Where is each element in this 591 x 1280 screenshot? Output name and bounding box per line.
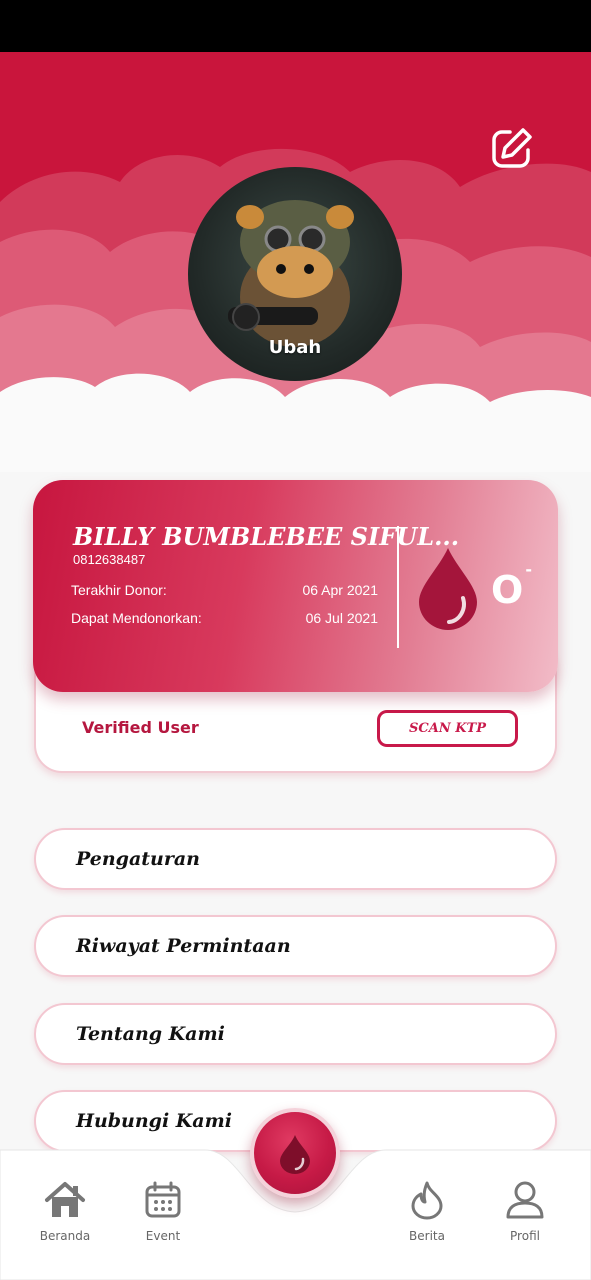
nav-berita[interactable]: Berita — [387, 1180, 467, 1243]
menu-item-label: Riwayat Permintaan — [76, 935, 291, 957]
nav-label: Profil — [510, 1229, 540, 1243]
blood-type: O- — [491, 560, 532, 612]
nav-profil[interactable]: Profil — [485, 1180, 565, 1243]
blood-drop-icon — [419, 548, 477, 630]
donate-fab-button[interactable] — [250, 1108, 340, 1198]
can-donate-value: 06 Jul 2021 — [305, 610, 378, 626]
nav-label: Beranda — [39, 1229, 91, 1243]
nav-label: Event — [145, 1229, 181, 1243]
edit-profile-button[interactable] — [488, 124, 536, 172]
menu-item-label: Pengaturan — [76, 848, 201, 870]
scan-ktp-button[interactable]: SCAN KTP — [377, 710, 518, 747]
menu-item-pengaturan[interactable]: Pengaturan — [34, 828, 557, 890]
nav-beranda[interactable]: Beranda — [25, 1180, 105, 1243]
user-phone: 0812638487 — [73, 552, 146, 567]
rhesus: - — [525, 560, 532, 579]
card-divider — [397, 526, 399, 648]
calendar-icon — [145, 1181, 181, 1218]
can-donate-label: Dapat Mendonorkan: — [71, 610, 202, 626]
donor-card: BILLY BUMBLEBEE SIFUL... 0812638487 Tera… — [33, 480, 558, 692]
verified-status: Verified User — [82, 718, 199, 737]
menu-item-label: Hubungi Kami — [76, 1110, 232, 1132]
status-bar — [0, 0, 591, 52]
user-name: BILLY BUMBLEBEE SIFUL... — [73, 522, 460, 551]
nav-label: Berita — [409, 1229, 445, 1243]
last-donor-value: 06 Apr 2021 — [302, 582, 378, 598]
avatar-change-label: Ubah — [268, 337, 322, 358]
menu-item-label: Tentang Kami — [76, 1023, 225, 1045]
avatar[interactable]: Ubah — [188, 167, 402, 381]
nav-event[interactable]: Event — [123, 1180, 203, 1243]
menu-item-riwayat-permintaan[interactable]: Riwayat Permintaan — [34, 915, 557, 977]
blood-group: O — [491, 568, 524, 612]
user-icon — [506, 1181, 544, 1219]
home-icon — [45, 1182, 85, 1217]
flame-icon — [411, 1181, 443, 1220]
last-donor-label: Terakhir Donor: — [71, 582, 167, 598]
blood-drop-icon — [280, 1135, 310, 1174]
edit-icon — [492, 128, 532, 168]
menu-item-tentang-kami[interactable]: Tentang Kami — [34, 1003, 557, 1065]
